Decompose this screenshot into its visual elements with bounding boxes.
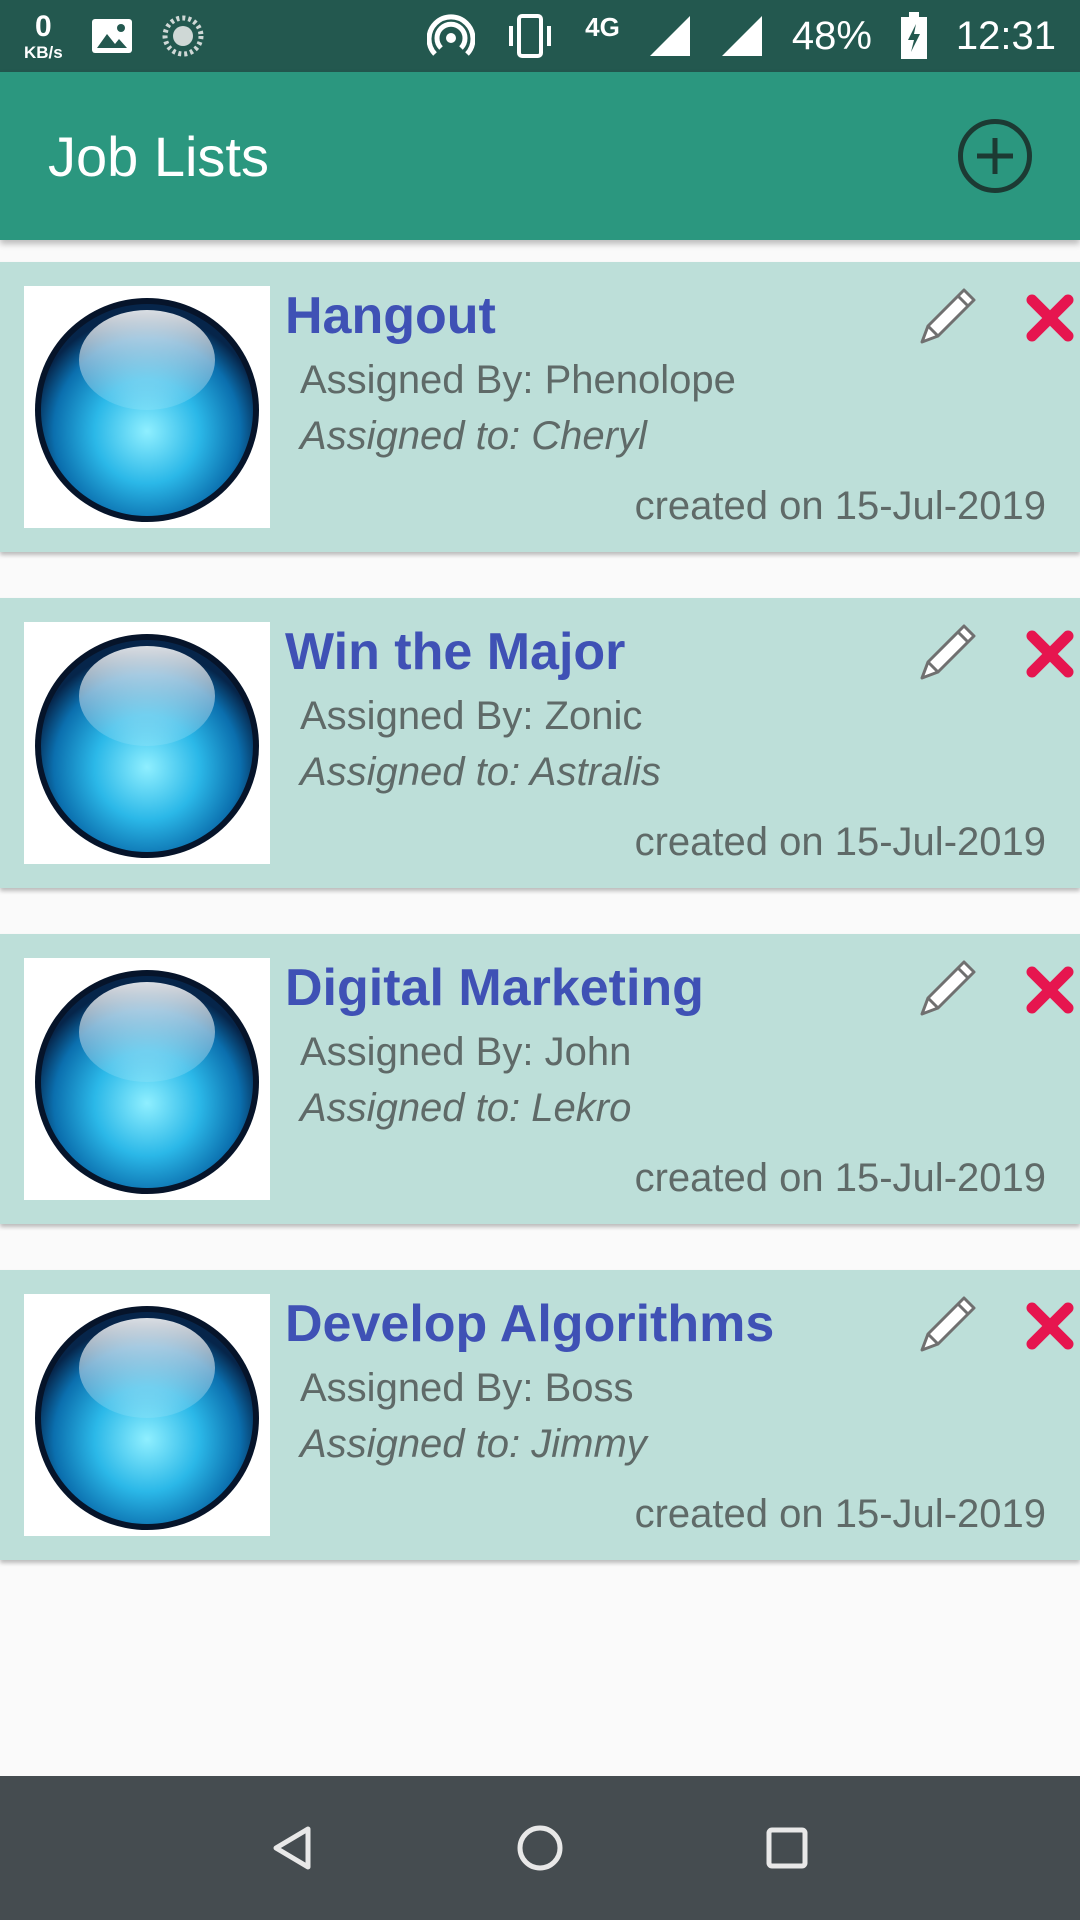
- battery-percent: 48%: [791, 13, 872, 58]
- delete-x-icon[interactable]: [1024, 292, 1076, 344]
- blue-orb-icon: [35, 298, 259, 522]
- navigation-bar: [0, 1776, 1080, 1920]
- blue-orb-icon: [35, 634, 259, 858]
- assigned-to: Assigned to: Cheryl: [300, 414, 647, 458]
- assigned-by: Assigned By: Phenolope: [300, 358, 736, 402]
- job-thumbnail: [24, 286, 270, 528]
- network-speed-value: 0: [35, 9, 52, 43]
- page-title: Job Lists: [48, 124, 269, 188]
- assigned-to: Assigned to: Jimmy: [300, 1422, 647, 1466]
- edit-pencil-icon[interactable]: [912, 618, 982, 688]
- created-date: created on 15-Jul-2019: [634, 484, 1046, 528]
- home-circle-icon: [517, 1825, 563, 1871]
- vibrate-icon: [509, 14, 552, 58]
- battery-charging-icon: [900, 12, 927, 59]
- network-speed-unit: KB/s: [24, 42, 63, 62]
- job-thumbnail: [24, 622, 270, 864]
- blue-orb-icon: [35, 970, 259, 1194]
- signal-icon-2: [721, 16, 762, 56]
- delete-x-icon[interactable]: [1024, 964, 1076, 1016]
- home-button[interactable]: [510, 1818, 570, 1878]
- add-circle-icon: [977, 138, 1013, 174]
- back-button[interactable]: [263, 1818, 323, 1878]
- recents-button[interactable]: [757, 1818, 817, 1878]
- assigned-to: Assigned to: Astralis: [300, 750, 661, 794]
- image-icon: [91, 19, 132, 53]
- job-card[interactable]: Digital Marketing Assigned By: John Assi…: [0, 934, 1080, 1224]
- created-date: created on 15-Jul-2019: [634, 1156, 1046, 1200]
- network-speed: 0 KB/s: [24, 9, 63, 62]
- assigned-to: Assigned to: Lekro: [300, 1086, 632, 1130]
- job-thumbnail: [24, 958, 270, 1200]
- job-thumbnail: [24, 1294, 270, 1536]
- edit-pencil-icon[interactable]: [912, 282, 982, 352]
- delete-x-icon[interactable]: [1024, 628, 1076, 680]
- clock: 12:31: [955, 13, 1056, 58]
- status-bar: 0 KB/s 4G 48% 12:31: [0, 0, 1080, 72]
- edit-pencil-icon[interactable]: [912, 954, 982, 1024]
- assigned-by: Assigned By: Boss: [300, 1366, 634, 1410]
- job-title: Hangout: [285, 287, 496, 345]
- recents-square-icon: [766, 1827, 808, 1869]
- job-card[interactable]: Hangout Assigned By: Phenolope Assigned …: [0, 262, 1080, 552]
- edit-pencil-icon[interactable]: [912, 1290, 982, 1360]
- add-job-button[interactable]: [958, 119, 1032, 193]
- job-title: Win the Major: [285, 623, 626, 681]
- created-date: created on 15-Jul-2019: [634, 820, 1046, 864]
- network-type: 4G: [585, 11, 620, 42]
- created-date: created on 15-Jul-2019: [634, 1492, 1046, 1536]
- assigned-by: Assigned By: Zonic: [300, 694, 643, 738]
- hotspot-icon: [427, 14, 476, 56]
- job-title: Digital Marketing: [285, 959, 704, 1017]
- back-triangle-icon: [273, 1826, 311, 1870]
- blue-orb-icon: [35, 1306, 259, 1530]
- job-card[interactable]: Win the Major Assigned By: Zonic Assigne…: [0, 598, 1080, 888]
- signal-icon: [649, 16, 690, 56]
- sync-icon: [162, 15, 204, 57]
- assigned-by: Assigned By: John: [300, 1030, 632, 1074]
- delete-x-icon[interactable]: [1024, 1300, 1076, 1352]
- job-card[interactable]: Develop Algorithms Assigned By: Boss Ass…: [0, 1270, 1080, 1560]
- job-title: Develop Algorithms: [285, 1295, 775, 1353]
- job-list: Hangout Assigned By: Phenolope Assigned …: [0, 262, 1080, 1606]
- app-bar: Job Lists: [0, 72, 1080, 240]
